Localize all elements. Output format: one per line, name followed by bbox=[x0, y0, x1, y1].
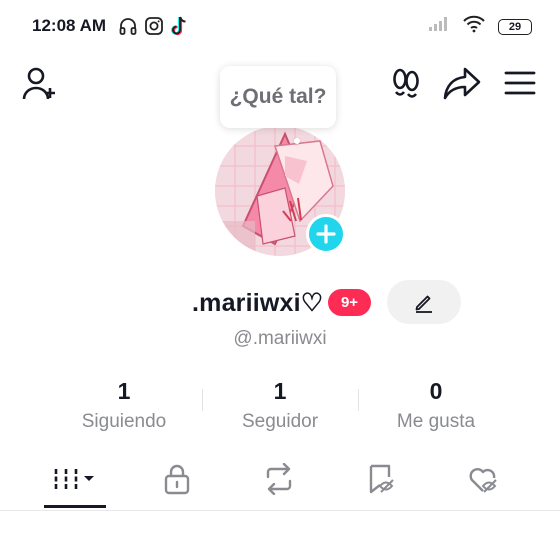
stat-following-label: Siguiendo bbox=[81, 411, 167, 432]
bookmark-hidden-icon bbox=[369, 464, 394, 494]
headphones-icon bbox=[118, 16, 138, 41]
pencil-icon bbox=[415, 295, 432, 313]
edit-profile-button[interactable] bbox=[387, 280, 461, 324]
tab-divider bbox=[0, 510, 560, 511]
active-tab-indicator bbox=[44, 505, 106, 508]
stat-likes[interactable]: 0 Me gusta bbox=[358, 378, 514, 433]
notification-badge[interactable]: 9+ bbox=[328, 289, 371, 316]
tab-private[interactable] bbox=[141, 456, 213, 502]
profile-username: .mariiwxi♡ bbox=[192, 289, 324, 317]
add-avatar-button[interactable] bbox=[306, 214, 346, 254]
tiktok-icon bbox=[170, 15, 190, 42]
tab-reposts[interactable] bbox=[243, 456, 315, 502]
plus-icon bbox=[316, 224, 336, 244]
status-left-icons bbox=[118, 15, 190, 42]
bubble-tail bbox=[294, 138, 300, 144]
share-icon[interactable] bbox=[442, 63, 482, 103]
menu-icon[interactable] bbox=[500, 63, 540, 103]
status-right: 29 bbox=[428, 15, 532, 38]
battery-indicator: 29 bbox=[498, 18, 532, 35]
grid-icon bbox=[54, 469, 94, 489]
stat-following-value: 1 bbox=[117, 378, 131, 404]
stat-following[interactable]: 1 Siguiendo bbox=[46, 378, 202, 433]
heart-hidden-icon bbox=[469, 468, 497, 493]
status-time: 12:08 AM bbox=[32, 16, 107, 35]
stat-likes-value: 0 bbox=[429, 378, 443, 404]
profile-handle: @.mariiwxi bbox=[233, 328, 327, 349]
instagram-icon bbox=[144, 16, 164, 41]
status-bubble[interactable]: ¿Qué tal? bbox=[220, 66, 336, 128]
lock-icon bbox=[164, 464, 190, 495]
signal-icon bbox=[428, 16, 450, 37]
tab-liked[interactable] bbox=[448, 456, 520, 502]
stat-followers[interactable]: 1 Seguidor bbox=[202, 378, 358, 433]
repost-icon bbox=[266, 463, 292, 495]
tab-videos[interactable] bbox=[40, 456, 112, 502]
stat-followers-label: Seguidor bbox=[241, 411, 319, 432]
stat-followers-value: 1 bbox=[273, 378, 287, 404]
tab-favorites[interactable] bbox=[346, 456, 418, 502]
wifi-icon bbox=[462, 15, 486, 38]
stat-likes-label: Me gusta bbox=[396, 411, 476, 432]
footprints-icon[interactable] bbox=[386, 63, 426, 103]
add-friend-icon[interactable] bbox=[20, 64, 60, 104]
